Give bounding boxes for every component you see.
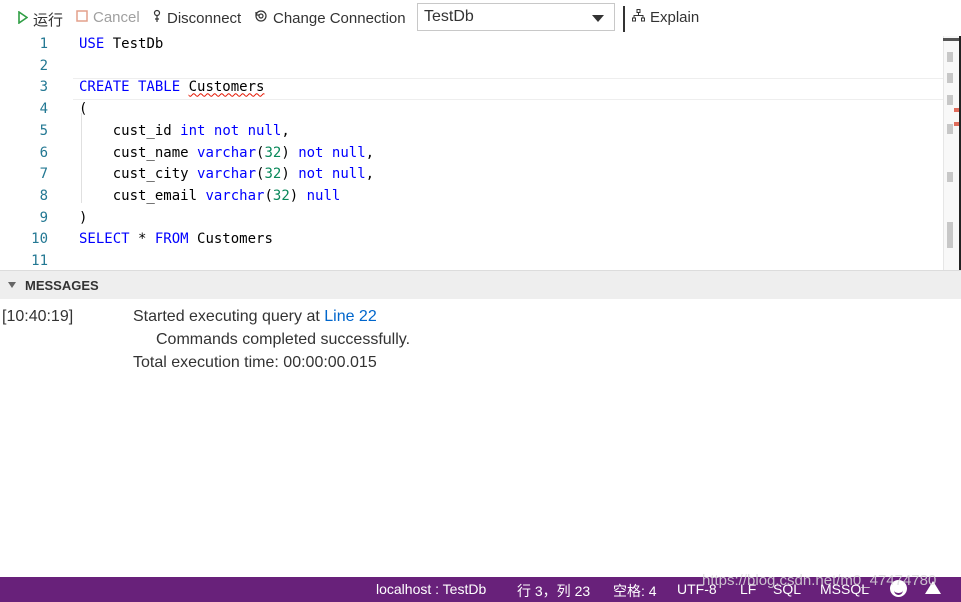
status-indentation[interactable]: 空格: 4 — [613, 581, 657, 601]
code-line[interactable]: 3 CREATE TABLE Customers — [0, 79, 943, 101]
message-started: Started executing query at Line 22 — [133, 308, 377, 326]
change-connection-button[interactable]: Change Connection — [254, 9, 406, 27]
code-text: SELECT * FROM Customers — [79, 231, 273, 248]
line-number: 4 — [39, 101, 48, 118]
message-timestamp: [10:40:19] — [2, 308, 74, 325]
collapse-triangle-icon[interactable] — [8, 282, 16, 288]
code-line[interactable]: 9 ) — [0, 210, 943, 232]
query-toolbar: 运行 Cancel Disconnect Change Connection T… — [0, 0, 961, 36]
code-text: CREATE TABLE Customers — [79, 79, 265, 96]
ruler-mark — [947, 95, 953, 105]
status-cursor-position[interactable]: 行 3，列 23 — [517, 581, 590, 601]
line-number: 6 — [39, 144, 48, 161]
line-number: 2 — [39, 57, 48, 74]
line-number: 8 — [39, 187, 48, 204]
code-line[interactable]: 5 cust_id int not null, — [0, 123, 943, 145]
message-completed: Commands completed successfully. — [156, 331, 411, 348]
ruler-mark — [947, 73, 953, 83]
line-number: 7 — [39, 166, 48, 183]
code-line[interactable]: 8 cust_email varchar(32) null — [0, 188, 943, 210]
line-number: 9 — [39, 209, 48, 226]
code-text: cust_email varchar(32) null — [79, 187, 341, 204]
status-connection[interactable]: localhost : TestDb — [376, 581, 486, 597]
cancel-label: Cancel — [93, 9, 140, 26]
messages-panel: [10:40:19] Started executing query at Li… — [0, 299, 961, 577]
hierarchy-icon — [632, 9, 645, 26]
watermark: https://blog.csdn.net/m0_47474780 — [702, 572, 937, 589]
line-number: 11 — [31, 253, 48, 269]
line-link[interactable]: Line 22 — [324, 308, 377, 325]
line-number: 1 — [39, 36, 48, 52]
toolbar-divider — [623, 6, 625, 32]
disconnect-button[interactable]: Disconnect — [152, 9, 241, 27]
explain-button[interactable]: Explain — [632, 9, 699, 26]
messages-header[interactable]: MESSAGES — [0, 270, 961, 299]
play-icon — [18, 10, 29, 28]
code-text: ( — [79, 101, 88, 118]
ruler-mark — [947, 124, 953, 134]
code-line[interactable]: 1 USE TestDb — [0, 36, 943, 58]
code-line[interactable]: 4 ( — [0, 101, 943, 123]
code-text: USE TestDb — [79, 36, 164, 52]
ruler-mark — [947, 52, 953, 62]
line-number: 3 — [39, 79, 48, 96]
code-text: cust_city varchar(32) not null, — [79, 166, 375, 183]
message-started-text: Started executing query at — [133, 308, 325, 325]
chevron-down-icon — [592, 15, 604, 22]
change-connection-label: Change Connection — [273, 9, 406, 27]
cancel-button[interactable]: Cancel — [76, 9, 140, 26]
messages-title: MESSAGES — [25, 277, 99, 293]
line-number: 5 — [39, 122, 48, 139]
code-line[interactable]: 2 — [0, 58, 943, 80]
line-number: 10 — [31, 231, 48, 248]
database-select[interactable]: TestDb — [417, 3, 615, 31]
code-line[interactable]: 7 cust_city varchar(32) not null, — [0, 166, 943, 188]
code-line[interactable]: 6 cust_name varchar(32) not null, — [0, 145, 943, 167]
database-select-value: TestDb — [424, 8, 474, 25]
ruler-mark — [947, 172, 953, 182]
code-text: cust_id int not null, — [79, 122, 290, 139]
run-button[interactable]: 运行 — [18, 9, 63, 30]
scrollbar-thumb[interactable] — [947, 222, 953, 248]
plug-icon — [152, 9, 162, 27]
explain-label: Explain — [650, 9, 700, 26]
disconnect-label: Disconnect — [167, 9, 242, 27]
run-label: 运行 — [33, 12, 64, 29]
sql-editor[interactable]: 1 USE TestDb 2 3 CREATE TABLE Customers … — [0, 36, 943, 270]
stop-icon — [76, 9, 88, 26]
code-line[interactable]: 10 SELECT * FROM Customers — [0, 231, 943, 253]
code-text: ) — [79, 209, 88, 226]
code-text: cust_name varchar(32) not null, — [79, 144, 375, 161]
refresh-icon — [254, 9, 268, 27]
message-execution-time: Total execution time: 00:00:00.015 — [133, 354, 377, 371]
